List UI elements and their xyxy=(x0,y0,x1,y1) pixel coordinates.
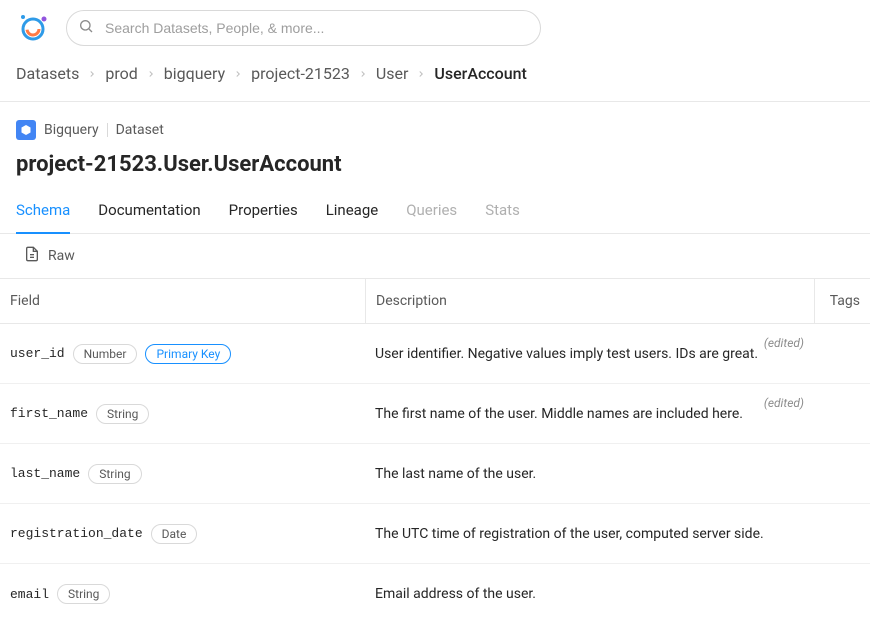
breadcrumbs: Datasets prod bigquery project-21523 Use… xyxy=(0,56,870,102)
field-cell: last_name String xyxy=(0,448,365,500)
search-input[interactable] xyxy=(66,10,541,46)
search-wrap xyxy=(66,10,541,46)
edited-badge: (edited) xyxy=(764,336,804,350)
field-name: last_name xyxy=(10,466,80,481)
breadcrumb-item[interactable]: User xyxy=(376,64,409,83)
col-header-desc: Description xyxy=(365,279,814,323)
file-text-icon xyxy=(24,246,40,266)
app-logo[interactable] xyxy=(16,11,50,45)
entity-title: project-21523.User.UserAccount xyxy=(16,152,854,177)
type-pill: Date xyxy=(151,524,198,544)
field-cell: user_id Number Primary Key xyxy=(0,328,365,380)
field-description: User identifier. Negative values imply t… xyxy=(375,346,758,362)
chevron-right-icon xyxy=(233,69,243,79)
field-name: user_id xyxy=(10,346,65,361)
entity-type-label: Dataset xyxy=(116,122,164,138)
col-header-tags: Tags xyxy=(814,279,870,323)
breadcrumb-item[interactable]: Datasets xyxy=(16,64,79,83)
raw-button[interactable]: Raw xyxy=(0,234,870,278)
desc-cell: Email address of the user. xyxy=(365,570,814,618)
field-description: The UTC time of registration of the user… xyxy=(375,526,764,542)
chevron-right-icon xyxy=(358,69,368,79)
schema-table: Field Description Tags user_id Number Pr… xyxy=(0,278,870,624)
field-name: first_name xyxy=(10,406,88,421)
tab-schema[interactable]: Schema xyxy=(16,193,70,233)
type-pill: String xyxy=(96,404,149,424)
desc-cell: User identifier. Negative values imply t… xyxy=(365,330,814,378)
meta-divider xyxy=(107,123,108,137)
desc-cell: The UTC time of registration of the user… xyxy=(365,510,814,558)
edited-badge: (edited) xyxy=(764,396,804,410)
primary-key-pill: Primary Key xyxy=(145,344,231,364)
entity-meta: Bigquery Dataset xyxy=(16,120,854,140)
table-row[interactable]: user_id Number Primary Key User identifi… xyxy=(0,324,870,384)
type-pill: String xyxy=(57,584,110,604)
tab-properties[interactable]: Properties xyxy=(229,193,298,233)
type-pill: Number xyxy=(73,344,138,364)
chevron-right-icon xyxy=(416,69,426,79)
field-description: Email address of the user. xyxy=(375,586,536,602)
chevron-right-icon xyxy=(146,69,156,79)
table-row[interactable]: first_name String The first name of the … xyxy=(0,384,870,444)
field-description: The last name of the user. xyxy=(375,466,536,482)
breadcrumb-item[interactable]: project-21523 xyxy=(251,64,350,83)
raw-label: Raw xyxy=(48,248,75,264)
search-icon xyxy=(78,18,94,38)
field-description: The first name of the user. Middle names… xyxy=(375,406,743,422)
desc-cell: The last name of the user. xyxy=(365,450,814,498)
type-pill: String xyxy=(88,464,141,484)
bigquery-icon xyxy=(16,120,36,140)
tab-stats: Stats xyxy=(485,193,520,233)
topbar xyxy=(0,0,870,56)
tab-lineage[interactable]: Lineage xyxy=(326,193,379,233)
field-name: registration_date xyxy=(10,526,143,541)
col-header-field: Field xyxy=(0,279,365,323)
tabs: Schema Documentation Properties Lineage … xyxy=(0,193,870,234)
entity-header: Bigquery Dataset project-21523.User.User… xyxy=(0,102,870,177)
field-cell: email String xyxy=(0,568,365,620)
table-row[interactable]: registration_date Date The UTC time of r… xyxy=(0,504,870,564)
tab-documentation[interactable]: Documentation xyxy=(98,193,200,233)
chevron-right-icon xyxy=(87,69,97,79)
breadcrumb-item[interactable]: bigquery xyxy=(164,64,225,83)
table-row[interactable]: last_name String The last name of the us… xyxy=(0,444,870,504)
table-row[interactable]: email String Email address of the user. xyxy=(0,564,870,624)
field-cell: registration_date Date xyxy=(0,508,365,560)
schema-table-head: Field Description Tags xyxy=(0,278,870,324)
breadcrumb-item[interactable]: prod xyxy=(105,64,137,83)
platform-label: Bigquery xyxy=(44,122,99,138)
field-name: email xyxy=(10,587,49,602)
tab-queries: Queries xyxy=(406,193,457,233)
field-cell: first_name String xyxy=(0,388,365,440)
breadcrumb-item-current: UserAccount xyxy=(434,64,526,83)
desc-cell: The first name of the user. Middle names… xyxy=(365,390,814,438)
